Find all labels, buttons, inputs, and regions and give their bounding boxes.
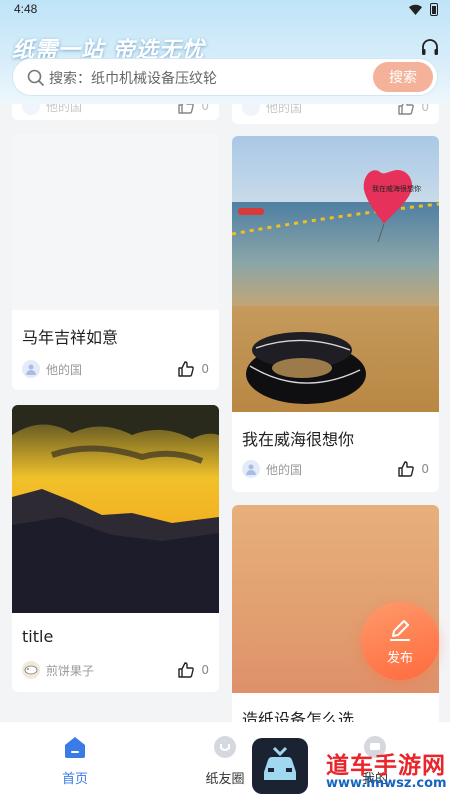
- feed-card-2[interactable]: title 煎饼果子 0: [12, 405, 219, 692]
- sheep-avatar-icon: [24, 665, 38, 675]
- avatar: [22, 360, 40, 378]
- card-author: 他的国: [242, 460, 302, 478]
- like-count: 0: [421, 462, 429, 476]
- like-button[interactable]: 0: [177, 360, 209, 378]
- like-count: 0: [201, 663, 209, 677]
- battery-icon: [430, 3, 438, 16]
- user-icon: [246, 464, 256, 475]
- avatar: [22, 661, 40, 679]
- like-count: 0: [421, 104, 429, 114]
- author-name: 煎饼果子: [46, 663, 95, 678]
- card-title: 造纸设备怎么选: [242, 710, 355, 722]
- watermark-url: www.lmwsz.com: [326, 776, 447, 791]
- like-button[interactable]: 0: [177, 104, 209, 115]
- balloon-text: 我在威海很想你: [372, 184, 421, 193]
- card-title: title: [22, 627, 54, 646]
- like-button[interactable]: 0: [177, 661, 209, 679]
- tab-home-label: 首页: [61, 772, 88, 787]
- car-logo-icon: [264, 746, 296, 780]
- user-icon: [26, 364, 36, 375]
- status-time: 4:48: [14, 2, 38, 16]
- feed-card-partial-right[interactable]: 他的国 0: [232, 104, 439, 124]
- search-button[interactable]: 搜索: [373, 62, 433, 92]
- wifi-icon: [409, 4, 422, 15]
- author-name: 他的国: [266, 104, 303, 115]
- search-icon: [27, 69, 45, 87]
- publish-button[interactable]: 发布: [361, 602, 439, 680]
- app-header: 4:48 纸需一站 帝选无忧 搜索：纸巾机械设备压纹轮 搜索: [0, 0, 450, 104]
- like-button[interactable]: 0: [397, 460, 429, 478]
- author-name: 他的国: [46, 362, 83, 377]
- thumbs-up-icon: [178, 361, 195, 377]
- search-bar[interactable]: 搜索：纸巾机械设备压纹轮 搜索: [12, 58, 438, 96]
- status-icons: [409, 3, 438, 16]
- author-name: 他的国: [266, 462, 303, 477]
- like-count: 0: [201, 104, 209, 113]
- avatar: [242, 460, 260, 478]
- feed-card-partial-left[interactable]: 他的国 0: [12, 104, 219, 120]
- card-author: 他的国: [22, 360, 82, 378]
- avatar: [242, 104, 260, 116]
- author-name: 他的国: [46, 104, 83, 114]
- feed-card-0[interactable]: 马年吉祥如意 他的国 0: [12, 134, 219, 390]
- card-author: 他的国: [242, 104, 302, 116]
- like-button[interactable]: 0: [397, 104, 429, 116]
- thumbs-up-icon: [178, 104, 195, 114]
- customer-service-icon[interactable]: [420, 38, 440, 58]
- card-author: 煎饼果子: [22, 661, 94, 679]
- watermark-text: 道车手游网: [326, 753, 446, 779]
- edit-icon: [390, 619, 410, 641]
- tab-home[interactable]: 首页: [35, 734, 115, 787]
- beach-photo: 我在威海很想你: [232, 136, 439, 412]
- circle-icon: [214, 736, 236, 758]
- thumbs-up-icon: [178, 662, 195, 678]
- card-author: 他的国: [22, 104, 82, 115]
- card-cover: [12, 134, 219, 310]
- tab-paper-circle-label: 纸友圈: [205, 772, 245, 787]
- thumbs-up-icon: [398, 104, 415, 115]
- search-input[interactable]: 搜索：纸巾机械设备压纹轮: [49, 68, 217, 88]
- watermark-logo: [252, 738, 308, 794]
- card-title: 我在威海很想你: [242, 430, 355, 449]
- avatar: [22, 104, 40, 115]
- thumbs-up-icon: [398, 461, 415, 477]
- card-title: 马年吉祥如意: [22, 328, 119, 347]
- feed-card-1[interactable]: 我在威海很想你 我在威海很想你 他的国 0: [232, 136, 439, 492]
- publish-label: 发布: [386, 650, 413, 666]
- sunset-photo: [12, 405, 219, 613]
- like-count: 0: [201, 362, 209, 376]
- home-icon: [65, 737, 85, 758]
